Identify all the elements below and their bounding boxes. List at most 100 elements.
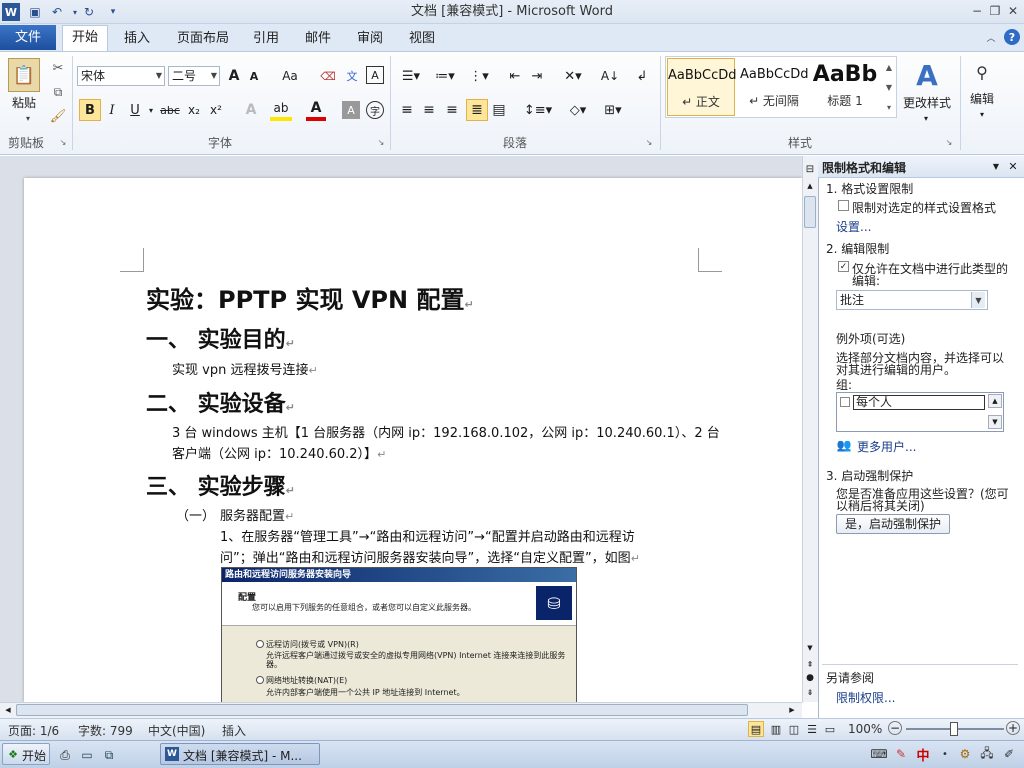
more-users-link[interactable]: 更多用户... bbox=[857, 438, 916, 455]
pane-close-icon[interactable]: ✕ bbox=[1006, 159, 1020, 173]
scroll-right-icon[interactable]: ▶ bbox=[786, 704, 798, 716]
settings-link[interactable]: 设置... bbox=[836, 218, 871, 235]
tray-dot-icon[interactable]: • bbox=[936, 745, 954, 763]
scroll-up-icon[interactable]: ▲ bbox=[803, 180, 817, 192]
minimize-ribbon-icon[interactable]: ︿ bbox=[984, 30, 998, 44]
embedded-wizard-image[interactable]: 路由和远程访问服务器安装向导 配置 您可以启用下列服务的任意组合，或者您可以自定… bbox=[221, 567, 577, 702]
gallery-more-icon[interactable]: ▾ bbox=[882, 98, 896, 116]
quick-launch-icon[interactable]: ⎙ bbox=[56, 746, 74, 764]
start-button[interactable]: ❖ 开始 bbox=[2, 743, 50, 765]
tab-view[interactable]: 视图 bbox=[403, 28, 441, 50]
font-name-combo[interactable]: 宋体 ▼ bbox=[77, 66, 165, 86]
align-center-icon[interactable]: ≡ bbox=[420, 100, 438, 120]
tab-page-layout[interactable]: 页面布局 bbox=[171, 28, 235, 50]
tray-keyboard-icon[interactable]: ⌨ bbox=[870, 745, 888, 763]
borders-icon[interactable]: ⊞▾ bbox=[600, 100, 626, 120]
vertical-scrollbar[interactable] bbox=[802, 156, 818, 702]
editing-type-select[interactable]: 批注 ▼ bbox=[836, 290, 988, 310]
paragraph-launcher-icon[interactable]: ↘ bbox=[644, 137, 654, 147]
increase-indent-icon[interactable]: ⇥ bbox=[528, 67, 546, 85]
font-size-combo[interactable]: 二号 ▼ bbox=[168, 66, 220, 86]
line-spacing-icon[interactable]: ↕≡▾ bbox=[524, 100, 552, 120]
change-styles-icon[interactable]: A bbox=[910, 58, 944, 92]
change-styles-button[interactable]: 更改样式 bbox=[900, 92, 954, 114]
show-marks-icon[interactable]: ↲ bbox=[634, 67, 650, 85]
prev-page-icon[interactable]: ⇞ bbox=[803, 658, 817, 670]
style-heading1[interactable]: AaBb 标题 1 bbox=[810, 58, 880, 116]
asian-layout-icon[interactable]: ✕▾ bbox=[560, 67, 586, 85]
editing-button[interactable]: 编辑 bbox=[962, 88, 1002, 110]
bullets-icon[interactable]: ☰▾ bbox=[398, 67, 424, 85]
undo-icon[interactable]: ↶ bbox=[48, 3, 66, 21]
editing-dropdown-icon[interactable]: ▾ bbox=[976, 108, 988, 120]
font-color-icon[interactable]: A bbox=[306, 99, 326, 121]
strikethrough-button[interactable]: abc bbox=[158, 99, 182, 121]
subscript-button[interactable]: x₂ bbox=[184, 99, 204, 121]
customize-qat-icon[interactable]: ▾ bbox=[104, 3, 122, 21]
status-words[interactable]: 字数: 799 bbox=[78, 722, 133, 739]
shading-icon[interactable]: ◇▾ bbox=[564, 100, 592, 120]
minimize-icon[interactable]: − bbox=[968, 2, 986, 20]
find-binoculars-icon[interactable]: ⚲ bbox=[968, 58, 996, 86]
word-app-icon[interactable]: W bbox=[2, 3, 20, 21]
list-scroll-up-icon[interactable]: ▲ bbox=[988, 394, 1002, 408]
font-launcher-icon[interactable]: ↘ bbox=[376, 137, 386, 147]
clipboard-launcher-icon[interactable]: ↘ bbox=[58, 137, 68, 147]
tray-tool-icon[interactable]: ✐ bbox=[1000, 745, 1018, 763]
restore-icon[interactable]: ❐ bbox=[986, 2, 1004, 20]
scroll-down-icon[interactable]: ▼ bbox=[803, 642, 817, 654]
ruler-toggle-icon[interactable]: ⊟ bbox=[803, 162, 817, 176]
superscript-button[interactable]: x² bbox=[206, 99, 226, 121]
highlight-icon[interactable]: ab bbox=[270, 99, 292, 121]
format-painter-icon[interactable]: 🖌 bbox=[50, 108, 67, 124]
tray-ime-lang[interactable]: 中 bbox=[914, 745, 932, 764]
tab-mailings[interactable]: 邮件 bbox=[299, 28, 337, 50]
align-right-icon[interactable]: ≡ bbox=[443, 100, 461, 120]
editing-restriction-checkbox[interactable]: ✓ bbox=[838, 261, 849, 272]
sort-icon[interactable]: A↓ bbox=[600, 67, 620, 85]
tab-references[interactable]: 引用 bbox=[247, 28, 285, 50]
distributed-icon[interactable]: ▤ bbox=[490, 100, 508, 120]
help-icon[interactable]: ? bbox=[1004, 29, 1020, 45]
grow-font-icon[interactable]: A bbox=[226, 68, 242, 84]
list-scroll-down-icon[interactable]: ▼ bbox=[988, 415, 1002, 429]
style-no-spacing[interactable]: AaBbCcDd ↵ 无间隔 bbox=[740, 58, 809, 116]
style-normal[interactable]: AaBbCcDd ↵ 正文 bbox=[667, 58, 737, 116]
zoom-level[interactable]: 100% bbox=[848, 722, 882, 736]
tab-file[interactable]: 文件 bbox=[0, 25, 56, 50]
redo-icon[interactable]: ↻ bbox=[80, 3, 98, 21]
zoom-out-icon[interactable]: − bbox=[888, 721, 902, 735]
shrink-font-icon[interactable]: A bbox=[246, 68, 262, 84]
switch-windows-icon[interactable]: ⧉ bbox=[100, 746, 118, 764]
enclose-char-icon[interactable]: 字 bbox=[366, 101, 384, 119]
browse-object-icon[interactable]: ● bbox=[803, 672, 817, 684]
status-insert-mode[interactable]: 插入 bbox=[222, 722, 246, 739]
tab-home[interactable]: 开始 bbox=[62, 25, 108, 52]
everyone-checkbox[interactable] bbox=[840, 397, 850, 407]
save-icon[interactable]: ▣ bbox=[26, 3, 44, 21]
change-styles-dropdown-icon[interactable]: ▾ bbox=[920, 112, 932, 124]
change-case-icon[interactable]: Aa bbox=[278, 68, 302, 84]
next-page-icon[interactable]: ⇟ bbox=[803, 686, 817, 698]
everyone-label[interactable]: 每个人 bbox=[853, 395, 985, 410]
align-left-icon[interactable]: ≡ bbox=[398, 100, 416, 120]
print-layout-icon[interactable]: ▤ bbox=[748, 721, 764, 737]
decrease-indent-icon[interactable]: ⇤ bbox=[506, 67, 524, 85]
copy-icon[interactable]: ⧉ bbox=[50, 84, 66, 100]
char-border-icon[interactable]: A bbox=[366, 66, 384, 84]
phonetic-guide-icon[interactable]: 文 bbox=[342, 66, 362, 86]
paste-dropdown-icon[interactable]: ▾ bbox=[22, 112, 34, 124]
bold-button[interactable]: B bbox=[79, 99, 101, 121]
gallery-down-icon[interactable]: ▼ bbox=[882, 78, 896, 96]
multilevel-list-icon[interactable]: ⋮▾ bbox=[466, 67, 492, 85]
underline-button[interactable]: U bbox=[124, 99, 146, 121]
pane-menu-icon[interactable]: ▼ bbox=[990, 160, 1002, 172]
taskbar-word-window[interactable]: W 文档 [兼容模式] - M... bbox=[160, 743, 320, 765]
status-language[interactable]: 中文(中国) bbox=[148, 722, 205, 739]
paste-button-label[interactable]: 粘贴 bbox=[4, 92, 44, 114]
status-page[interactable]: 页面: 1/6 bbox=[8, 722, 59, 739]
horizontal-scroll-thumb[interactable] bbox=[16, 704, 748, 716]
tab-insert[interactable]: 插入 bbox=[118, 28, 156, 50]
zoom-slider-thumb[interactable] bbox=[950, 722, 958, 736]
char-shading-icon[interactable]: A bbox=[342, 101, 360, 119]
